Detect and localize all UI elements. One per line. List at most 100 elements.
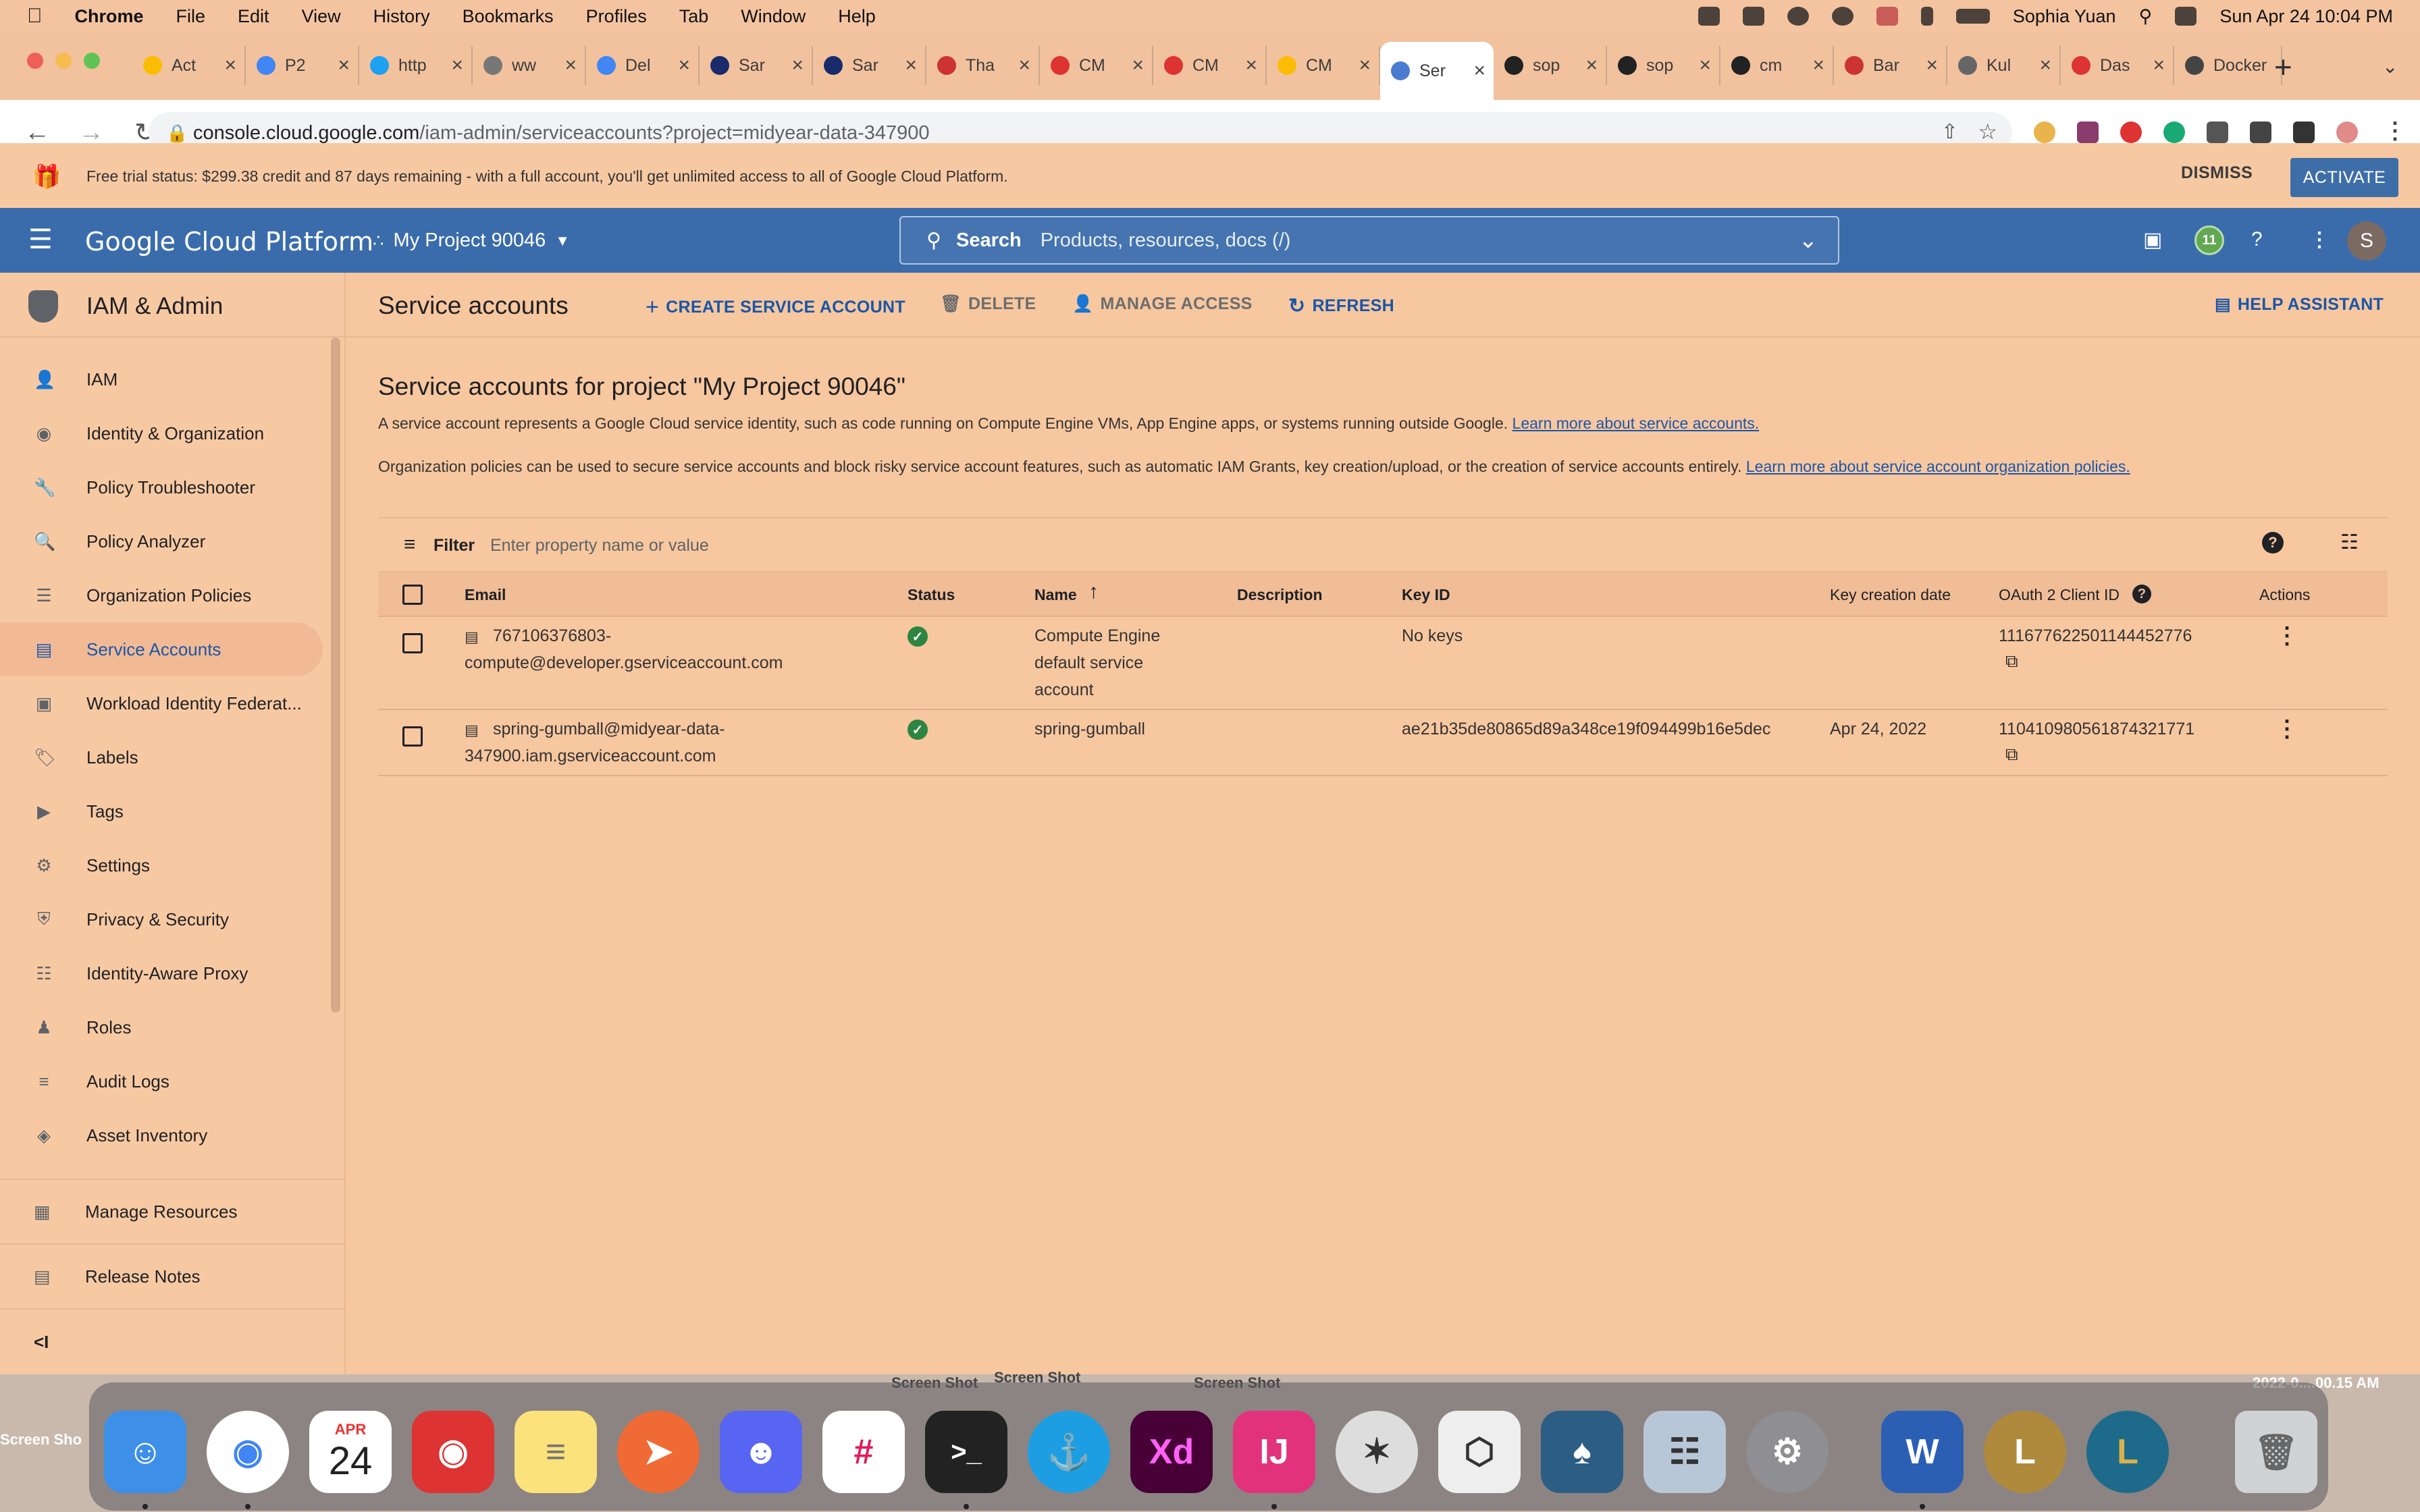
email-line2[interactable]: compute@developer.gserviceaccount.com	[465, 649, 783, 676]
tab-close-icon[interactable]: ×	[2153, 54, 2165, 77]
sidebar-item-asset-inventory[interactable]: ◈ Asset Inventory	[0, 1108, 323, 1162]
col-oauth-client-id[interactable]: OAuth 2 Client ID	[1999, 586, 2120, 604]
browser-tab[interactable]: sop ×	[1607, 46, 1720, 85]
browser-tab[interactable]: Bar ×	[1834, 46, 1947, 85]
menubar-user[interactable]: Sophia Yuan	[2013, 6, 2116, 27]
avatar[interactable]: S	[2347, 221, 2386, 261]
tab-close-icon[interactable]: ×	[224, 54, 236, 77]
hamburger-menu-icon[interactable]: ☰	[28, 224, 53, 255]
tab-close-icon[interactable]: ×	[1018, 54, 1030, 77]
copy-icon[interactable]: ⧉	[2005, 744, 2018, 765]
sidebar-item-labels[interactable]: 🏷 Labels	[0, 730, 323, 784]
browser-tab[interactable]: Ser ×	[1380, 42, 1494, 100]
help-assistant-button[interactable]: ▤ HELP ASSISTANT	[2215, 294, 2384, 315]
filter-bar[interactable]: ≡ Filter Enter property name or value ? …	[378, 517, 2388, 572]
share-icon[interactable]: ⇧	[1941, 120, 1958, 144]
menu-profiles[interactable]: Profiles	[586, 6, 647, 27]
menu-tab[interactable]: Tab	[679, 6, 709, 27]
blender-icon[interactable]: ✶	[1336, 1411, 1418, 1493]
learn-more-org-policies-link[interactable]: Learn more about service account organiz…	[1746, 458, 2130, 475]
row-checkbox[interactable]	[402, 726, 423, 747]
browser-tab[interactable]: Kul ×	[1947, 46, 2061, 85]
browser-tab[interactable]: Sar ×	[813, 46, 926, 85]
new-tab-button[interactable]: +	[2274, 49, 2292, 85]
browser-tab[interactable]: Sar ×	[700, 46, 813, 85]
oauth-help-icon[interactable]: ?	[2132, 585, 2151, 603]
sidebar-item-policy-troubleshooter[interactable]: 🔧 Policy Troubleshooter	[0, 460, 323, 514]
malwarebytes-status-icon[interactable]	[1742, 7, 1764, 26]
col-status[interactable]: Status	[908, 586, 955, 604]
finder-icon[interactable]: ☺	[104, 1411, 186, 1493]
calendar-icon[interactable]: APR 24	[309, 1411, 392, 1493]
release-notes-link[interactable]: ▤ Release Notes	[0, 1243, 344, 1308]
browser-tab[interactable]: Tha ×	[926, 46, 1040, 85]
control-center-icon[interactable]	[2175, 7, 2197, 26]
email-line1[interactable]: spring-gumball@midyear-data-	[493, 716, 725, 742]
menu-window[interactable]: Window	[741, 6, 806, 27]
tab-close-icon[interactable]: ×	[1812, 54, 1824, 77]
browser-tab[interactable]: sop ×	[1494, 46, 1607, 85]
search-bar[interactable]: ⚲ Search Products, resources, docs (/) ⌄	[899, 216, 1839, 265]
chrome-icon[interactable]: ◉	[207, 1411, 289, 1493]
menu-history[interactable]: History	[373, 6, 430, 27]
row-actions-icon[interactable]: ⋮	[2276, 622, 2298, 649]
browser-tab[interactable]: Del ×	[586, 46, 700, 85]
help-icon[interactable]: ?	[2251, 228, 2263, 251]
manage-resources-link[interactable]: ▦ Manage Resources	[0, 1179, 344, 1243]
sidebar-item-policy-analyzer[interactable]: 🔍 Policy Analyzer	[0, 514, 323, 568]
sidebar-scrollbar[interactable]	[331, 338, 340, 1013]
notifications-badge[interactable]: 11	[2194, 225, 2224, 255]
play-status-icon[interactable]	[1831, 7, 1853, 26]
league-client-icon[interactable]: L	[1984, 1411, 2066, 1493]
tab-search-icon[interactable]: ⌄	[2382, 55, 2398, 78]
tab-close-icon[interactable]: ×	[791, 54, 804, 77]
chrome-menu-icon[interactable]: ⋮	[2384, 117, 2406, 144]
browser-tab[interactable]: http ×	[359, 46, 473, 85]
menu-file[interactable]: File	[176, 6, 206, 27]
bookmark-star-icon[interactable]: ☆	[1978, 119, 1997, 144]
menu-view[interactable]: View	[302, 6, 341, 27]
tab-close-icon[interactable]: ×	[1926, 54, 1938, 77]
help-circle-icon[interactable]: ?	[2262, 532, 2284, 554]
learn-more-service-accounts-link[interactable]: Learn more about service accounts.	[1512, 414, 1760, 432]
word-icon[interactable]: W	[1881, 1411, 1964, 1493]
tab-close-icon[interactable]: ×	[905, 54, 917, 77]
extension-adblock-icon[interactable]	[2120, 122, 2142, 143]
browser-tab[interactable]: ww ×	[473, 46, 586, 85]
search-expand-icon[interactable]: ⌄	[1799, 227, 1818, 254]
reading-list-icon[interactable]	[2250, 122, 2271, 143]
col-key-id[interactable]: Key ID	[1402, 586, 1450, 604]
docker-status-icon[interactable]	[1698, 7, 1720, 26]
extension-grammarly-icon[interactable]	[2163, 122, 2185, 143]
browser-tab[interactable]: cm ×	[1720, 46, 1834, 85]
col-description[interactable]: Description	[1237, 586, 1323, 604]
apple-icon[interactable]: 	[27, 5, 43, 28]
system-preferences-icon[interactable]: ⚙	[1746, 1411, 1829, 1493]
col-key-creation-date[interactable]: Key creation date	[1830, 586, 1951, 604]
menu-app-name[interactable]: Chrome	[75, 6, 144, 27]
league-of-legends-icon[interactable]: L	[2086, 1411, 2169, 1493]
tab-close-icon[interactable]: ×	[678, 54, 690, 77]
battery-icon[interactable]	[1955, 9, 1990, 24]
menubar-datetime[interactable]: Sun Apr 24 10:04 PM	[2219, 6, 2393, 27]
tab-close-icon[interactable]: ×	[1473, 59, 1485, 82]
tab-close-icon[interactable]: ×	[1359, 54, 1371, 77]
tab-close-icon[interactable]: ×	[451, 54, 463, 77]
mysql-workbench-icon[interactable]: ♠	[1541, 1411, 1623, 1493]
minimize-window-button[interactable]	[55, 53, 72, 69]
desktop-screenshot-label[interactable]: Screen Sho	[0, 1431, 82, 1449]
sidebar-item-workload-identity-federat[interactable]: ▣ Workload Identity Federat...	[0, 676, 323, 730]
spotlight-icon[interactable]: ⚲	[2139, 6, 2153, 27]
tab-close-icon[interactable]: ×	[1699, 54, 1711, 77]
sidebar-item-tags[interactable]: ▶ Tags	[0, 784, 323, 838]
tab-close-icon[interactable]: ×	[564, 54, 577, 77]
sidebar-item-audit-logs[interactable]: ≡ Audit Logs	[0, 1054, 323, 1108]
menu-help[interactable]: Help	[838, 6, 876, 27]
email-line2[interactable]: 347900.iam.gserviceaccount.com	[465, 742, 716, 770]
notes-icon[interactable]: ≡	[515, 1411, 597, 1493]
select-all-checkbox[interactable]	[402, 585, 423, 605]
maximize-window-button[interactable]	[84, 53, 100, 69]
browser-tab[interactable]: CM ×	[1040, 46, 1153, 85]
terminal-icon[interactable]: >_	[925, 1411, 1007, 1493]
flag-us-icon[interactable]	[1876, 7, 1898, 26]
